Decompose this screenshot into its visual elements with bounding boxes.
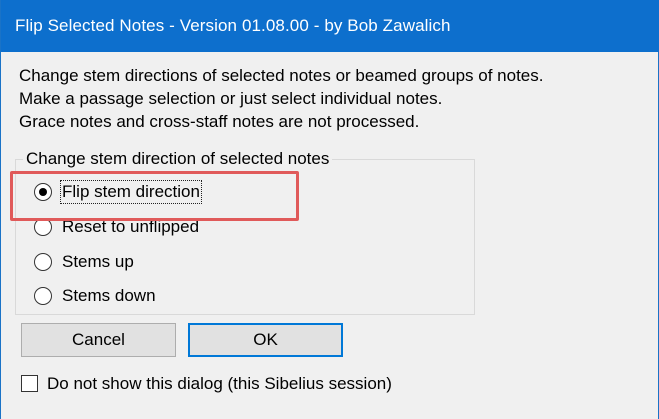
cancel-button[interactable]: Cancel	[21, 323, 176, 357]
radio-button-selected[interactable]	[34, 183, 52, 201]
radio-label[interactable]: Stems up	[62, 252, 134, 272]
radio-button[interactable]	[34, 253, 52, 271]
checkbox-label[interactable]: Do not show this dialog (this Sibelius s…	[47, 374, 392, 394]
radio-button[interactable]	[34, 218, 52, 236]
groupbox-label: Change stem direction of selected notes	[23, 149, 333, 169]
radio-label[interactable]: Reset to unflipped	[62, 217, 199, 237]
radio-button[interactable]	[34, 287, 52, 305]
description-line-1: Change stem directions of selected notes…	[19, 66, 544, 85]
ok-button[interactable]: OK	[188, 323, 343, 357]
do-not-show-checkbox[interactable]	[21, 375, 38, 392]
window-title: Flip Selected Notes - Version 01.08.00 -…	[15, 16, 451, 35]
flip-notes-dialog: Flip Selected Notes - Version 01.08.00 -…	[0, 0, 659, 419]
description-line-2: Make a passage selection or just select …	[19, 89, 443, 108]
title-bar[interactable]: Flip Selected Notes - Version 01.08.00 -…	[1, 0, 659, 52]
description-line-3: Grace notes and cross-staff notes are no…	[19, 112, 420, 131]
radio-label[interactable]: Flip stem direction	[60, 180, 202, 204]
radio-label[interactable]: Stems down	[62, 286, 156, 306]
